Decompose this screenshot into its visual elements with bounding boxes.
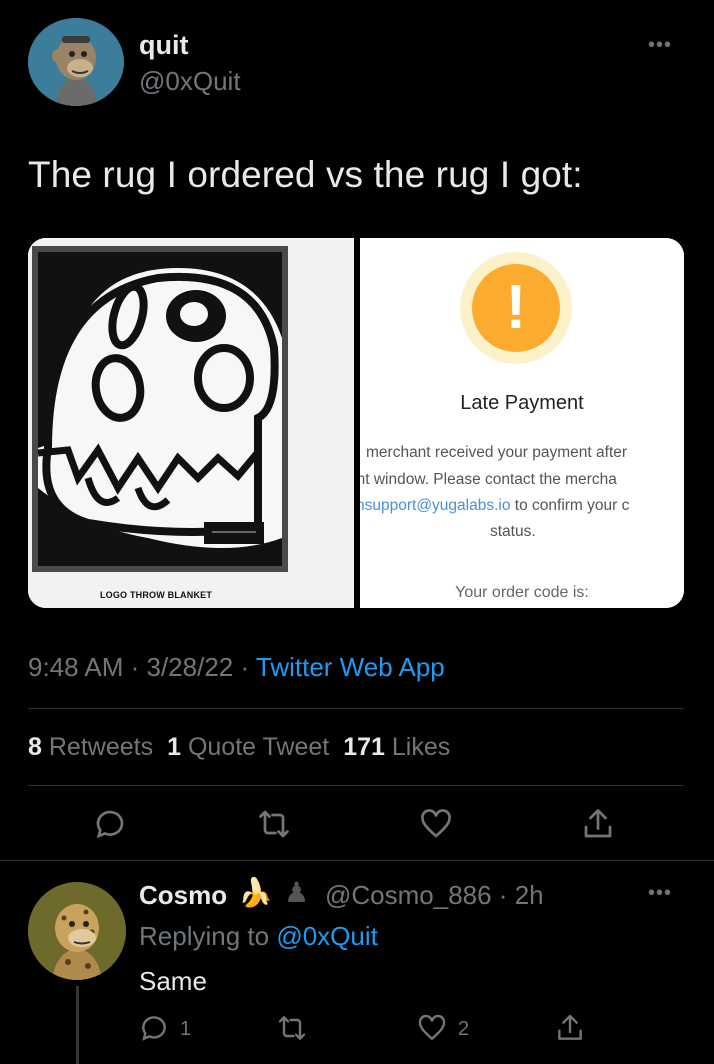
replying-to: Replying to @0xQuit <box>139 921 378 952</box>
likes-stat[interactable]: 171 Likes <box>343 733 450 761</box>
replying-mention-link[interactable]: @0xQuit <box>276 921 378 951</box>
reply-author-avatar[interactable] <box>28 882 126 980</box>
order-code-label: Your order code is: <box>455 584 589 601</box>
author-handle[interactable]: @0xQuit <box>139 66 241 97</box>
chess-pawn-emoji-icon: ♟ <box>284 877 310 908</box>
more-options-icon[interactable]: ••• <box>648 882 672 905</box>
tweet-text: The rug I ordered vs the rug I got: <box>28 154 583 195</box>
quotes-count: 1 <box>167 733 181 761</box>
likes-count: 171 <box>343 733 385 761</box>
exclamation-icon: ! <box>472 264 560 352</box>
author-avatar[interactable] <box>28 18 124 106</box>
quotes-stat[interactable]: 1 Quote Tweet <box>167 733 329 761</box>
tweet-stats: 8 Retweets 1 Quote Tweet 171 Likes <box>28 733 450 762</box>
divider <box>28 708 684 709</box>
divider <box>28 785 684 786</box>
retweet-icon[interactable] <box>256 806 292 842</box>
late-payment-line-2: ent window. Please contact the mercha <box>360 471 617 488</box>
share-icon[interactable] <box>554 1012 586 1044</box>
warning-icon: ! <box>460 252 572 364</box>
like-count: 2 <box>458 1018 470 1040</box>
quotes-label: Quote Tweet <box>187 733 330 761</box>
like-icon[interactable] <box>418 806 454 842</box>
bored-ape-avatar-icon <box>28 18 124 106</box>
like-icon[interactable] <box>416 1012 448 1044</box>
retweet-icon[interactable] <box>276 1012 308 1044</box>
reply-text: Same <box>139 966 207 996</box>
reply-author-handle[interactable]: @Cosmo_886 · 2h <box>325 880 544 911</box>
late-payment-line-1: merchant received your payment after <box>366 444 628 461</box>
share-icon[interactable] <box>580 806 616 842</box>
banana-emoji-icon: 🍌 <box>238 877 273 908</box>
ape-skull-blanket-image <box>28 238 354 608</box>
late-payment-line-3-rest: to confirm your c <box>510 497 630 514</box>
reply-author-name[interactable]: Cosmo <box>139 880 227 911</box>
media-image-late-payment[interactable]: ! Late Payment merchant received your pa… <box>360 238 684 608</box>
author-name[interactable]: quit <box>139 30 188 61</box>
replying-prefix: Replying to <box>139 921 277 951</box>
more-options-icon[interactable]: ••• <box>648 34 672 57</box>
late-payment-title: Late Payment <box>460 392 584 414</box>
tweet-source-link[interactable]: Twitter Web App <box>256 652 445 682</box>
late-payment-line-4: status. <box>490 523 536 540</box>
bored-ape-avatar-icon <box>28 882 126 980</box>
tweet-media[interactable]: LOGO THROW BLANKET ! Late Payment mercha… <box>28 238 684 608</box>
late-payment-line-3: nsupport@yugalabs.io to confirm your c <box>360 497 629 515</box>
retweets-stat[interactable]: 8 Retweets <box>28 733 153 761</box>
reply-count: 1 <box>180 1018 192 1040</box>
media-image-blanket[interactable]: LOGO THROW BLANKET <box>28 238 354 608</box>
retweets-label: Retweets <box>48 733 154 761</box>
thread-line <box>76 986 79 1064</box>
reply-icon[interactable] <box>92 806 128 842</box>
retweets-count: 8 <box>28 733 42 761</box>
tweet-timestamp: 9:48 AM · 3/28/22 · Twitter Web App <box>28 652 445 683</box>
divider <box>0 860 714 861</box>
likes-label: Likes <box>391 733 451 761</box>
support-email-link: nsupport@yugalabs.io <box>360 497 511 514</box>
blanket-caption: LOGO THROW BLANKET <box>99 590 213 600</box>
reply-icon[interactable] <box>138 1012 170 1044</box>
tweet-time[interactable]: 9:48 AM · 3/28/22 · <box>28 652 256 682</box>
